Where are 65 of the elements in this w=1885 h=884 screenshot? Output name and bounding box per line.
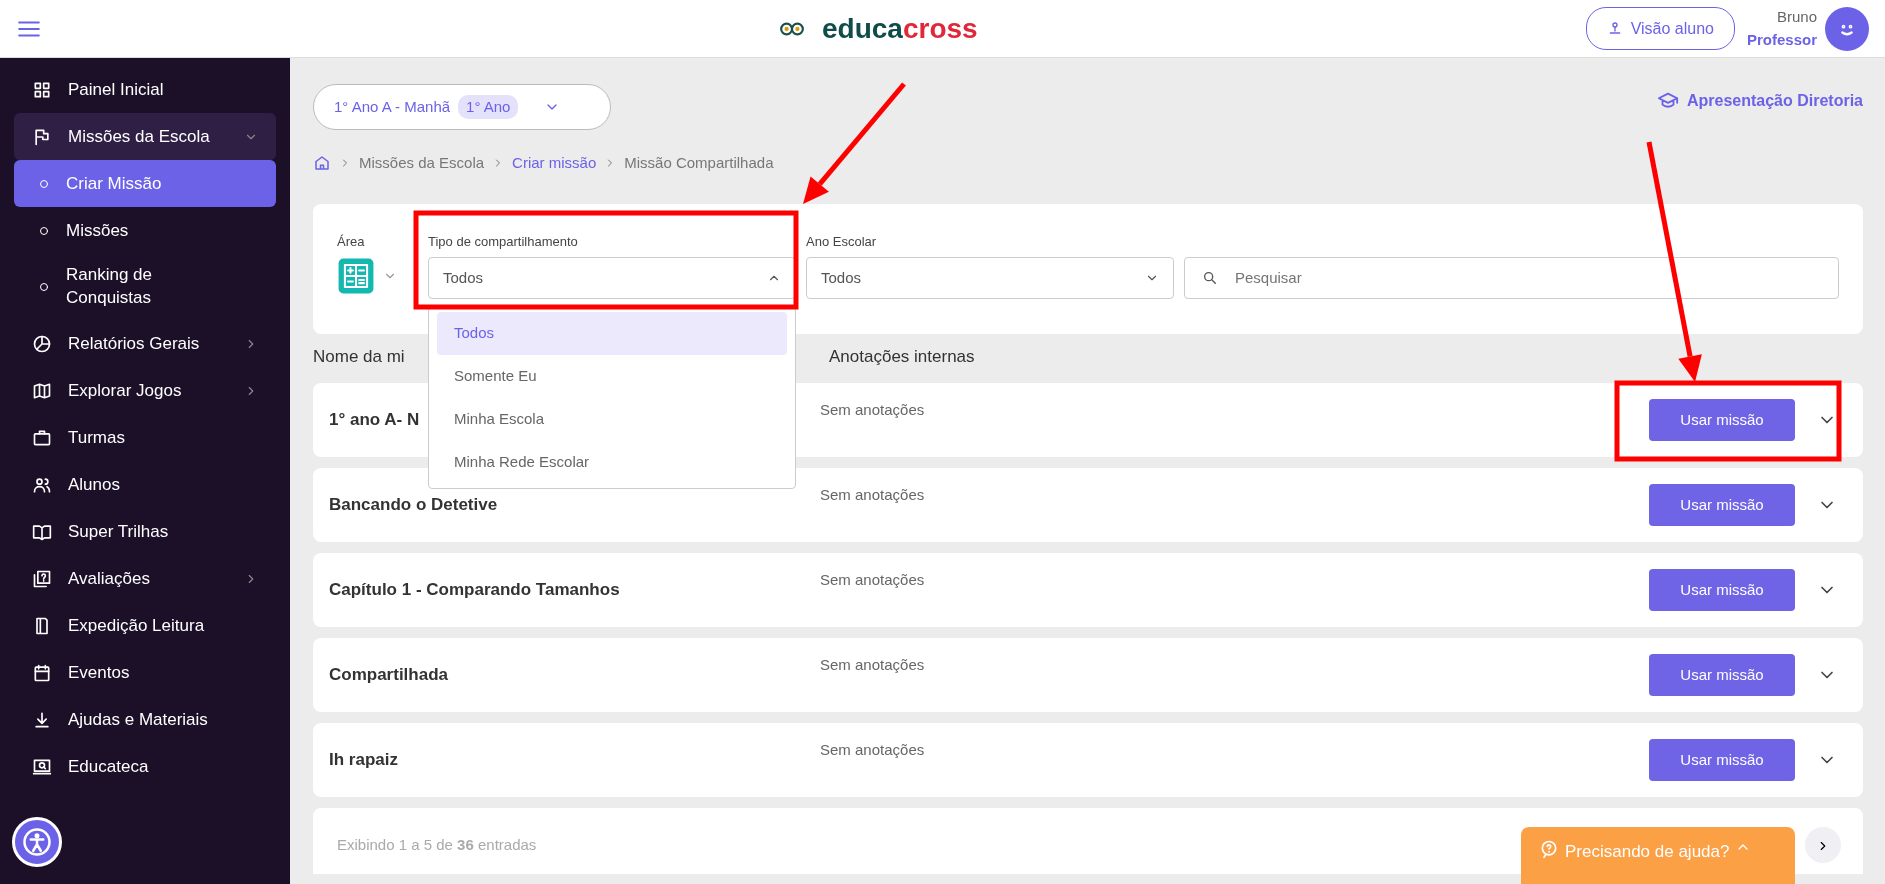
circle-icon [38,281,50,293]
breadcrumb-item: Missão Compartilhada [624,153,774,173]
column-header: Anotações internas [829,345,975,368]
mission-name: Bancando o Detetive [329,495,498,515]
sidebar-item[interactable]: Missões [14,207,276,254]
mission-notes: Sem anotações [820,570,926,590]
use-mission-button[interactable]: Usar missão [1649,484,1795,526]
sidebar-item[interactable]: Avaliações [14,555,276,602]
question-bubble-icon [1539,839,1559,859]
student-view-button[interactable]: Visão aluno [1585,7,1735,50]
grade-select[interactable]: Todos [806,257,1174,299]
home-icon[interactable] [313,154,331,173]
sidebar-item[interactable]: Educateca [14,743,276,790]
breadcrumb-link[interactable]: Criar missão [512,152,597,175]
dropdown-option[interactable]: Todos [437,312,787,355]
mission-name: Compartilhada [329,665,449,685]
person-icon [22,827,52,857]
use-mission-button[interactable]: Usar missão [1649,739,1795,781]
class-selector[interactable]: 1° Ano A - Manhã 1° Ano [313,84,611,130]
sidebar-item[interactable]: Super Trilhas [14,508,276,555]
mission-name: Ih rapaiz [329,750,398,770]
mission-notes: Sem anotações [820,655,926,675]
field-label: Ano Escolar [806,232,878,251]
mission-name: 1° ano A- N [329,410,420,430]
question-document-icon [32,568,52,589]
mission-name: Capítulo 1 - Comparando Tamanhos [329,580,620,600]
user-role: Professor [1746,29,1817,50]
calculator-icon [337,257,375,295]
dropdown-option[interactable]: Minha Escola [437,398,787,441]
sidebar-item[interactable]: Relatórios Gerais [14,320,276,367]
sidebar-item[interactable]: Expedição Leitura [14,602,276,649]
search-icon [1202,269,1218,286]
circle-icon [38,224,50,237]
circle-icon [38,177,50,190]
dropdown-option[interactable]: Minha Rede Escolar [437,441,787,484]
mission-notes: Sem anotações [820,400,926,420]
mission-notes: Sem anotações [820,740,926,760]
sidebar-item[interactable]: Painel Inicial [14,66,276,113]
sidebar-item[interactable]: Eventos [14,649,276,696]
pie-chart-icon [32,333,52,354]
sidebar-item[interactable]: Ajudas e Materiais [14,696,276,743]
sidebar-item[interactable]: Alunos [14,461,276,508]
map-icon [32,380,52,401]
calendar-icon [32,662,52,683]
mission-notes: Sem anotações [820,485,926,505]
logo[interactable]: educacross [822,7,978,50]
column-header: Nome da mi [313,345,406,368]
sidebar-item[interactable]: Ranking de Conquistas [14,254,276,320]
field-label: Tipo de compartilhamento [428,232,579,251]
presentation-link[interactable]: Apresentação Diretoria [1656,89,1863,113]
sidebar-item[interactable]: Criar Missão [14,160,276,207]
entries-summary: Exibindo 1 a 5 de 36 entradas [337,834,537,855]
use-mission-button[interactable]: Usar missão [1649,399,1795,441]
sidebar-item[interactable]: Turmas [14,414,276,461]
sidebar-item[interactable]: Explorar Jogos [14,367,276,414]
search-field[interactable]: Pesquisar [1184,256,1839,299]
avatar[interactable] [1825,6,1869,51]
user-name: Bruno [1775,7,1817,27]
use-mission-button[interactable]: Usar missão [1649,654,1795,696]
dropdown-option[interactable]: Somente Eu [437,355,787,398]
breadcrumb-item: Missões da Escola [359,153,485,173]
sidebar-item[interactable]: Missões da Escola [14,113,276,160]
field-label: Área [337,232,366,251]
use-mission-button[interactable]: Usar missão [1649,569,1795,611]
sharing-select[interactable]: Todos [428,257,796,299]
